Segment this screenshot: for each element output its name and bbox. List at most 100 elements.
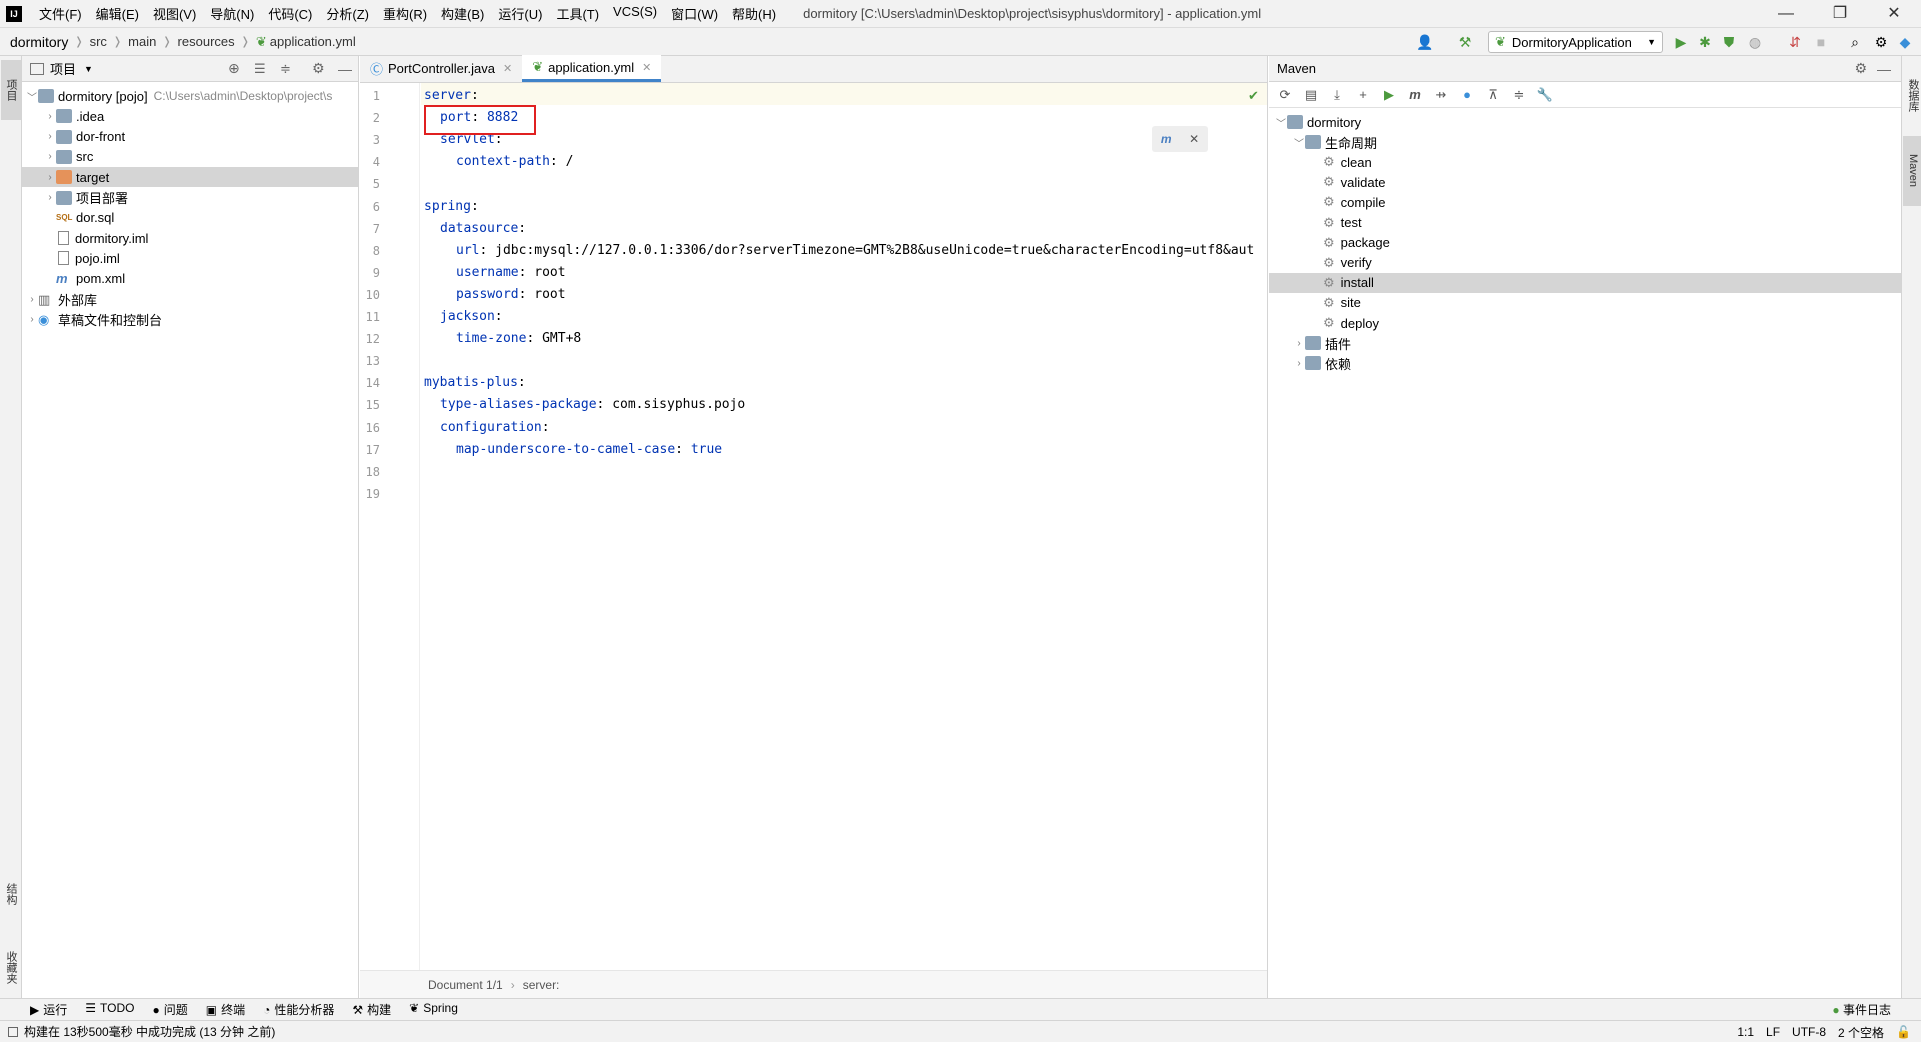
project-tree-item[interactable]: › ◉ 草稿文件和控制台 <box>22 309 358 329</box>
project-tree-item[interactable]: pojo.iml <box>22 248 358 268</box>
download-icon[interactable]: ⤓ <box>1327 85 1347 105</box>
project-tree-item[interactable]: dormitory.iml <box>22 228 358 248</box>
menu-item[interactable]: 导航(N) <box>203 4 261 23</box>
maven-tree-item[interactable]: ⚙ deploy <box>1269 313 1901 333</box>
lock-icon[interactable]: 🔓 <box>1896 1025 1911 1039</box>
maven-reload-icon[interactable]: m <box>1161 132 1172 146</box>
hide-icon[interactable]: — <box>338 61 352 77</box>
chevron-down-icon[interactable]: ﹀ <box>26 89 38 104</box>
chevron-right-icon[interactable]: › <box>44 111 56 122</box>
maven-goal-icon[interactable]: m <box>1405 85 1425 105</box>
menu-item[interactable]: 分析(Z) <box>319 4 376 23</box>
menu-item[interactable]: 视图(V) <box>146 4 203 23</box>
menu-item[interactable]: 编辑(E) <box>89 4 146 23</box>
tool-window-tab[interactable]: ▶ 运行 <box>30 1001 67 1018</box>
menu-item[interactable]: 运行(U) <box>491 4 549 23</box>
menu-item[interactable]: 帮助(H) <box>725 4 783 23</box>
close-tab-icon[interactable]: ✕ <box>642 61 651 74</box>
project-tree-item[interactable]: › 项目部署 <box>22 188 358 208</box>
tool-window-tab[interactable]: ● 问题 <box>152 1001 187 1018</box>
toggle-offline-icon[interactable]: ⇸ <box>1431 85 1451 105</box>
chevron-right-icon[interactable]: › <box>26 294 38 305</box>
project-panel-title[interactable]: 项目 <box>50 59 76 78</box>
chevron-down-icon[interactable]: ▼ <box>84 64 93 74</box>
user-icon[interactable]: 👤 <box>1416 33 1434 51</box>
project-tree-item[interactable]: › target <box>22 167 358 188</box>
stop-icon[interactable]: ■ <box>1812 33 1830 51</box>
breadcrumb-item[interactable]: main <box>128 34 156 49</box>
status-toggle-icon[interactable] <box>8 1026 18 1037</box>
editor-tab[interactable]: Ⓒ PortController.java ✕ <box>360 55 522 82</box>
tool-window-tab[interactable]: ☰ TODO <box>85 1001 134 1018</box>
close-button[interactable]: ✕ <box>1867 0 1921 28</box>
project-tree-item[interactable]: m pom.xml <box>22 269 358 289</box>
locate-icon[interactable]: ⊕ <box>228 60 240 77</box>
breadcrumb-item[interactable]: application.yml <box>270 34 356 49</box>
status-message[interactable]: 构建在 13秒500毫秒 中成功完成 (13 分钟 之前) <box>24 1023 275 1040</box>
chevron-down-icon[interactable]: ﹀ <box>1293 135 1305 150</box>
update-icon[interactable]: ⇵ <box>1786 33 1804 51</box>
hide-icon[interactable]: — <box>1877 61 1891 77</box>
maven-tree-item[interactable]: ﹀ dormitory <box>1269 112 1901 132</box>
maven-tree-item[interactable]: ⚙ compile <box>1269 192 1901 212</box>
database-tool-tab[interactable]: 数据库 <box>1903 60 1921 130</box>
gear-icon[interactable]: ⚙ <box>1854 60 1867 77</box>
file-encoding[interactable]: UTF-8 <box>1792 1025 1826 1039</box>
collapse-all-icon[interactable]: ≑ <box>280 61 291 77</box>
generate-sources-icon[interactable]: ▤ <box>1301 85 1321 105</box>
project-tree-item[interactable]: › src <box>22 147 358 167</box>
menu-item[interactable]: 代码(C) <box>261 4 319 23</box>
expand-all-icon[interactable]: ☰ <box>254 61 266 77</box>
skip-tests-icon[interactable]: ● <box>1457 85 1477 105</box>
caret-position[interactable]: 1:1 <box>1737 1025 1754 1039</box>
favorites-tool-tab[interactable]: 收藏夹 <box>1 932 21 1002</box>
menu-item[interactable]: 工具(T) <box>549 4 606 23</box>
chevron-right-icon[interactable]: › <box>44 192 56 203</box>
run-configuration-select[interactable]: ❦ DormitoryApplication ▼ <box>1488 31 1663 53</box>
chevron-right-icon[interactable]: › <box>26 314 38 325</box>
maven-tree-item[interactable]: › 依赖 <box>1269 353 1901 373</box>
maven-tree-item[interactable]: ⚙ verify <box>1269 253 1901 273</box>
project-tree-item[interactable]: SQL dor.sql <box>22 208 358 228</box>
chevron-right-icon[interactable]: › <box>44 172 56 183</box>
chevron-down-icon[interactable]: ﹀ <box>1275 115 1287 130</box>
event-log-button[interactable]: ● 事件日志 <box>1832 1001 1891 1018</box>
tool-window-tab[interactable]: ▣ 终端 <box>206 1001 245 1018</box>
profile-icon[interactable]: ◍ <box>1746 33 1764 51</box>
document-indicator[interactable]: Document 1/1 <box>428 978 503 992</box>
maven-tree-item[interactable]: ⚙ package <box>1269 233 1901 253</box>
tool-window-tab[interactable]: ⚒ 构建 <box>352 1001 391 1018</box>
menu-item[interactable]: 构建(B) <box>434 4 491 23</box>
tool-window-tab[interactable]: ◔ 性能分析器 <box>263 1001 334 1018</box>
chevron-right-icon[interactable]: › <box>44 131 56 142</box>
run-icon[interactable]: ▶ <box>1379 85 1399 105</box>
tool-window-tab[interactable]: ❦ Spring <box>409 1001 458 1018</box>
add-icon[interactable]: + <box>1353 85 1373 105</box>
menu-item[interactable]: 窗口(W) <box>664 4 725 23</box>
structure-tool-tab[interactable]: 结构 <box>1 864 21 924</box>
line-separator[interactable]: LF <box>1766 1025 1780 1039</box>
minimize-button[interactable]: — <box>1759 0 1813 28</box>
maven-tree-item[interactable]: › 插件 <box>1269 333 1901 353</box>
collapse-all-icon[interactable]: ≑ <box>1509 85 1529 105</box>
search-icon[interactable]: ⌕ <box>1846 33 1864 51</box>
menu-item[interactable]: 重构(R) <box>376 4 434 23</box>
run-icon[interactable]: ▶ <box>1672 33 1690 51</box>
breadcrumb-item[interactable]: src <box>90 34 107 49</box>
coverage-icon[interactable]: ⛊ <box>1720 33 1738 51</box>
reload-icon[interactable]: ⟳ <box>1275 85 1295 105</box>
maven-tree-item[interactable]: ⚙ clean <box>1269 152 1901 172</box>
debug-icon[interactable]: ✱ <box>1696 33 1714 51</box>
breadcrumb-item[interactable]: resources <box>178 34 235 49</box>
menu-item[interactable]: VCS(S) <box>606 4 664 23</box>
project-tree-item[interactable]: ﹀ dormitory [pojo] C:\Users\admin\Desktop\… <box>22 86 358 106</box>
menu-item[interactable]: 文件(F) <box>32 4 89 23</box>
project-tool-tab[interactable]: 项目 <box>1 60 21 120</box>
maven-tree-item[interactable]: ﹀ 生命周期 <box>1269 132 1901 152</box>
indent-setting[interactable]: 2 个空格 <box>1838 1024 1884 1041</box>
close-tab-icon[interactable]: ✕ <box>503 62 512 75</box>
maven-reload-popup[interactable]: m ✕ <box>1152 126 1208 152</box>
project-tree-item[interactable]: › .idea <box>22 106 358 126</box>
wrench-icon[interactable]: 🔧 <box>1535 85 1555 105</box>
yaml-path[interactable]: server: <box>523 978 560 992</box>
